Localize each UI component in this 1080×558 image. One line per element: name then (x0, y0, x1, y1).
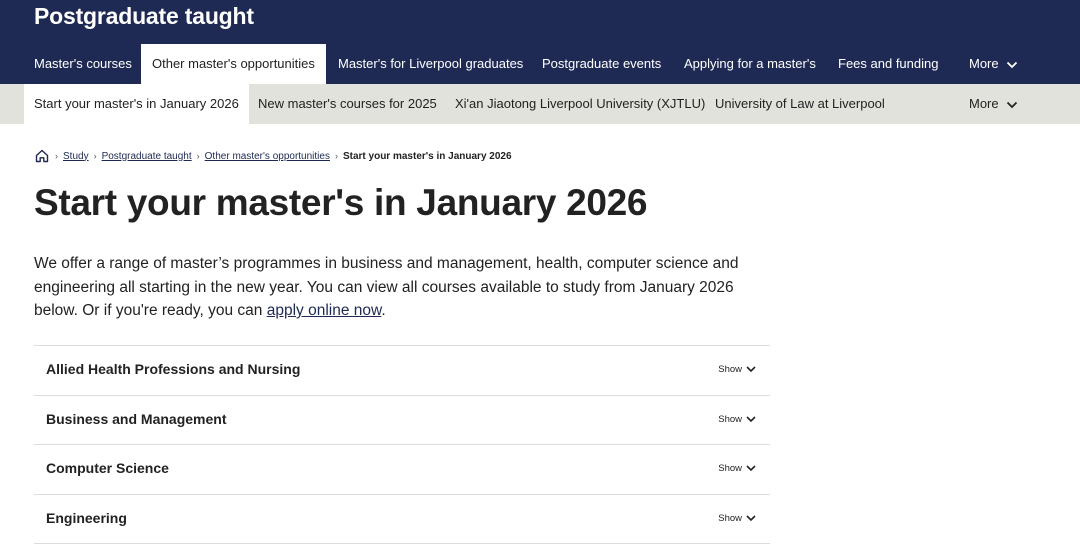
accordion-title: Business and Management (46, 410, 227, 427)
show-toggle[interactable]: Show (718, 513, 756, 524)
show-toggle[interactable]: Show (718, 364, 756, 375)
page-title: Start your master's in January 2026 (34, 182, 648, 223)
primary-nav-fees-funding[interactable]: Fees and funding (838, 44, 938, 84)
chevron-down-icon (746, 514, 756, 521)
chevron-down-icon (1007, 61, 1018, 68)
accordion-title: Computer Science (46, 460, 169, 476)
accordion-computer-science[interactable]: Computer Science Show (34, 445, 770, 495)
primary-nav-masters-courses[interactable]: Master's courses (34, 44, 132, 84)
primary-nav-other-opportunities[interactable]: Other master's opportunities (141, 44, 326, 85)
primary-nav-applying[interactable]: Applying for a master's (684, 44, 816, 84)
chevron-down-icon (1007, 101, 1018, 108)
show-label: Show (718, 463, 742, 474)
secondary-nav-more-button[interactable]: More (969, 84, 1018, 124)
home-icon[interactable] (34, 148, 50, 164)
intro-text: We offer a range of master’s programmes … (34, 255, 739, 319)
secondary-nav-new-courses-2025[interactable]: New master's courses for 2025 (258, 84, 437, 124)
primary-nav: Master's courses Other master's opportun… (0, 44, 1080, 85)
show-label: Show (718, 413, 742, 425)
show-label: Show (718, 512, 742, 524)
breadcrumb-current: Start your master's in January 2026 (342, 150, 512, 162)
primary-nav-more-button[interactable]: More (969, 44, 1018, 84)
breadcrumb: › Study › Postgraduate taught › Other ma… (34, 146, 512, 166)
breadcrumb-link-study[interactable]: Study (63, 151, 89, 162)
secondary-nav: Start your master's in January 2026 New … (0, 84, 1080, 124)
breadcrumb-link-postgraduate-taught[interactable]: Postgraduate taught (102, 151, 192, 162)
site-header: Postgraduate taught (0, 0, 1080, 44)
secondary-nav-xjtlu[interactable]: Xi'an Jiaotong Liverpool University (XJT… (455, 84, 705, 124)
show-toggle[interactable]: Show (718, 414, 756, 425)
breadcrumb-separator: › (334, 151, 338, 161)
secondary-nav-january-2026[interactable]: Start your master's in January 2026 (24, 84, 249, 124)
course-accordion: Allied Health Professions and Nursing Sh… (34, 345, 770, 544)
breadcrumb-link-other-opportunities[interactable]: Other master's opportunities (205, 151, 330, 162)
chevron-down-icon (746, 366, 756, 373)
accordion-business-management[interactable]: Business and Management Show (34, 396, 770, 445)
more-label: More (969, 96, 999, 111)
section-title[interactable]: Postgraduate taught (34, 3, 254, 30)
intro-paragraph: We offer a range of master’s programmes … (34, 252, 774, 323)
accordion-title: Engineering (46, 509, 127, 526)
chevron-down-icon (746, 465, 756, 472)
more-label: More (969, 56, 999, 71)
show-toggle[interactable]: Show (718, 463, 756, 474)
accordion-engineering[interactable]: Engineering Show (34, 495, 770, 544)
intro-end: . (381, 302, 386, 319)
primary-nav-postgraduate-events[interactable]: Postgraduate events (542, 44, 661, 84)
breadcrumb-separator: › (196, 151, 200, 161)
secondary-nav-university-of-law[interactable]: University of Law at Liverpool (715, 84, 885, 124)
accordion-title: Allied Health Professions and Nursing (46, 361, 301, 377)
show-label: Show (718, 364, 742, 375)
breadcrumb-separator: › (93, 151, 97, 161)
chevron-down-icon (746, 415, 756, 422)
accordion-allied-health[interactable]: Allied Health Professions and Nursing Sh… (34, 346, 770, 396)
primary-nav-liverpool-graduates[interactable]: Master's for Liverpool graduates (338, 44, 523, 84)
breadcrumb-separator: › (55, 151, 58, 161)
apply-online-link[interactable]: apply online now (267, 302, 382, 319)
